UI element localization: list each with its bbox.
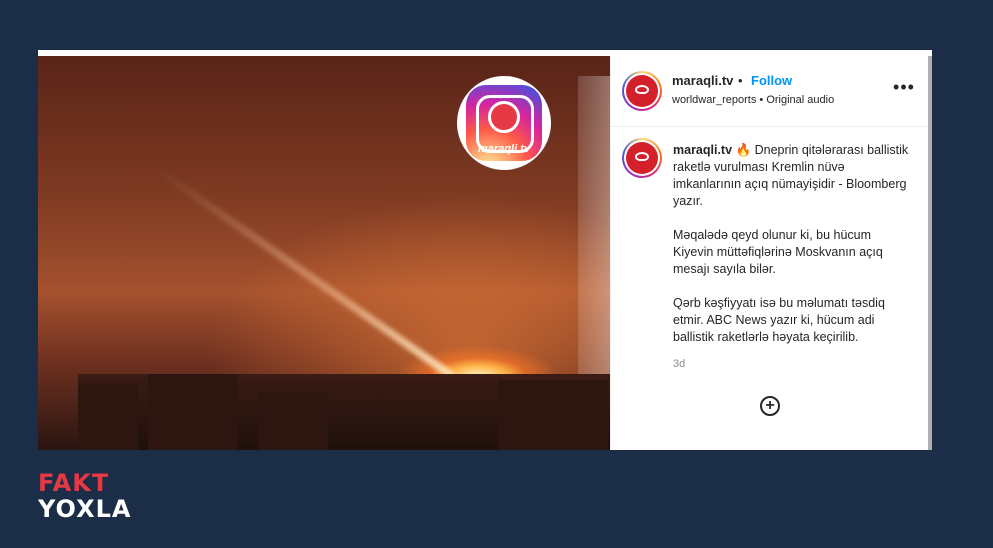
post-caption: maraqli.tv 🔥 Dneprin qitələrarası ballis…: [673, 142, 913, 363]
instagram-embed: maraqli tv maraqli.tv • Follow worldwar_…: [38, 50, 932, 450]
follow-button[interactable]: Follow: [751, 73, 792, 88]
missile-trail: [155, 166, 456, 380]
avatar[interactable]: [622, 71, 662, 111]
add-comment-button[interactable]: +: [760, 396, 780, 416]
caption-username[interactable]: maraqli.tv: [673, 143, 732, 157]
caption-avatar[interactable]: [622, 138, 662, 178]
header-username[interactable]: maraqli.tv: [672, 73, 733, 88]
watermark-label: maraqli tv: [478, 143, 530, 155]
logo-line-yoxla: YOXLA: [38, 495, 132, 523]
scrollbar-thumb[interactable]: [928, 56, 932, 450]
plus-icon: +: [765, 397, 775, 414]
post-side-panel: maraqli.tv • Follow worldwar_reports • O…: [610, 56, 932, 450]
post-age: 3d: [673, 358, 686, 370]
instagram-logo-icon: maraqli tv: [466, 85, 542, 161]
caption-paragraph-3: Qərb kəşfiyyatı isə bu məlumatı təsdiq e…: [673, 296, 885, 344]
channel-watermark: maraqli tv: [457, 76, 551, 170]
audio-subline[interactable]: worldwar_reports • Original audio: [672, 94, 834, 106]
caption-paragraph-2: Məqalədə qeyd olunur ki, bu hücum Kiyevi…: [673, 228, 883, 276]
fire-emoji-icon: 🔥: [735, 143, 752, 157]
profile-face-icon: [626, 75, 658, 107]
more-options-icon[interactable]: •••: [892, 78, 916, 100]
video-player[interactable]: maraqli tv: [38, 56, 610, 450]
post-header: maraqli.tv • Follow worldwar_reports • O…: [610, 56, 932, 127]
profile-face-icon: [626, 142, 658, 174]
panel-scrollbar[interactable]: [928, 56, 932, 450]
logo-line-fakt: FAKT: [38, 469, 110, 497]
city-silhouette: [78, 374, 610, 450]
fakt-yoxla-logo: FAKT YOXLA: [38, 470, 131, 522]
header-separator: •: [738, 73, 743, 88]
